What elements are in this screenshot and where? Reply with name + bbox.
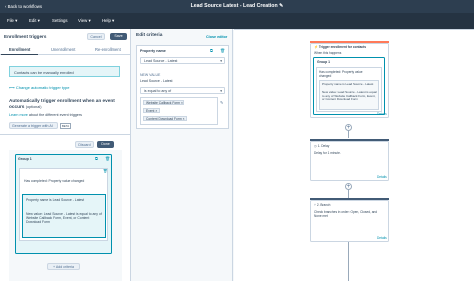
discard-button[interactable]: Discard (75, 141, 94, 148)
value-chip-website-callback-form[interactable]: Website Callback Form × (143, 100, 184, 105)
value-chip-content-download-form[interactable]: Content Download Form × (143, 116, 187, 121)
learn-more-link[interactable]: Learn more (9, 113, 28, 117)
menu-bar: File ▾ Edit ▾ Settings View ▾ Help ▾ (0, 13, 474, 29)
branch-node[interactable]: ⑂ 2. Branch Check branches in order: Ope… (310, 200, 389, 242)
trigger-filter-line1: Property name is Lead Source - Latest (322, 82, 374, 86)
add-criteria-button[interactable]: + Add criteria (47, 263, 80, 270)
tab-unenrollment[interactable]: Unenrollment (51, 47, 75, 52)
done-button[interactable]: Done (97, 141, 114, 148)
event-name: Has completed: Property value changed (24, 179, 85, 183)
group-label: Group 1 (18, 157, 32, 161)
add-action-button[interactable]: + (345, 183, 352, 190)
trigger-details-link[interactable]: Details (377, 112, 387, 116)
auto-trigger-heading: Automatically trigger enrollment when an… (9, 98, 115, 109)
edit-icon[interactable]: ✎ (220, 100, 223, 105)
tab-reenrollment[interactable]: Re-enrollment (95, 47, 121, 52)
delay-node[interactable]: ◷ 1. Delay Delay for 1 minute. Details (310, 141, 389, 181)
edit-criteria-title: Edit criteria (136, 33, 163, 38)
trigger-filter: Property name is Lead Source - Latest Ne… (319, 80, 379, 110)
value-chip-event[interactable]: Event × (143, 108, 160, 113)
branch-header: ⑂ 2. Branch (314, 203, 331, 207)
panel-title: Enrollment triggers (4, 34, 47, 39)
delete-icon[interactable]: 🗑 (103, 169, 107, 173)
new-value-property: Lead Source - Latest (140, 79, 173, 83)
delay-header: ◷ 1. Delay (314, 144, 330, 148)
add-action-button[interactable]: + (345, 124, 352, 131)
branch-details-link[interactable]: Details (377, 236, 387, 240)
connector (348, 236, 349, 281)
copy-icon[interactable]: ⧉ (95, 156, 98, 161)
pencil-icon[interactable]: ✎ (279, 3, 283, 9)
learn-more-line: Learn more about the different event tri… (9, 113, 82, 117)
close-editor-link[interactable]: Close editor (206, 35, 227, 39)
branch-icon: ⑂ (314, 203, 316, 207)
menu-file[interactable]: File ▾ (7, 18, 17, 24)
menu-edit[interactable]: Edit ▾ (29, 18, 40, 24)
top-bar: ‹ Back to workflows Lead Source Latest -… (0, 0, 474, 13)
branch-text: Check branches in order: Open, Closed, a… (314, 210, 378, 218)
delay-text: Delay for 1 minute. (314, 151, 341, 155)
trigger-sub: When this happens (314, 51, 342, 55)
workflow-title[interactable]: Lead Source Latest - Lead Creation ✎ (0, 3, 474, 9)
copy-icon[interactable]: ⧉ (210, 48, 213, 53)
lightning-icon: ⚡ (314, 45, 318, 49)
property-name-label: Property name (140, 49, 166, 53)
trigger-filter-line2: New value: Lead Source - Latest is equal… (322, 90, 377, 102)
manual-enrollment-info: Contacts can be manually enrolled (9, 66, 120, 77)
trigger-header: ⚡ Trigger enrollment for contacts (314, 45, 366, 49)
chevron-down-icon: ▾ (220, 89, 222, 93)
menu-help[interactable]: Help ▾ (102, 18, 114, 24)
delete-icon[interactable]: 🗑 (220, 48, 225, 53)
cancel-button[interactable]: Cancel (87, 33, 105, 40)
menu-settings[interactable]: Settings (52, 18, 68, 23)
generate-trigger-ai-button[interactable]: Generate a trigger with AI (9, 122, 58, 129)
filter-card[interactable]: Property name is Lead Source - Latest Ne… (22, 194, 106, 238)
clock-icon: ◷ (314, 144, 317, 148)
new-value-label: NEW VALUE (140, 73, 161, 77)
workflow-title-text: Lead Source Latest - Lead Creation (190, 3, 278, 9)
trigger-event: Has completed: Property value changed (319, 70, 363, 78)
delete-icon[interactable]: 🗑 (105, 156, 110, 161)
tab-enrollment[interactable]: Enrollment (0, 47, 39, 55)
enrollment-tabs: Enrollment Unenrollment Re-enrollment (0, 45, 131, 55)
filter-line-1: Property name is Lead Source - Latest (26, 198, 85, 202)
save-button[interactable]: Save (110, 33, 127, 40)
divider (0, 134, 131, 135)
operator-select[interactable]: is equal to any of ▾ (140, 87, 225, 94)
menu-view[interactable]: View ▾ (78, 18, 91, 24)
change-trigger-type-link[interactable]: ⟷ Change automatic trigger type (9, 85, 69, 90)
chevron-down-icon: ▾ (220, 59, 222, 63)
property-name-select[interactable]: Lead Source - Latest ▾ (140, 57, 225, 64)
delay-details-link[interactable]: Details (377, 175, 387, 179)
filter-line-2: New value: Lead Source - Latest is equal… (26, 212, 102, 224)
trigger-group-label: Group 1 (317, 60, 330, 64)
beta-badge: BETA (60, 123, 72, 129)
